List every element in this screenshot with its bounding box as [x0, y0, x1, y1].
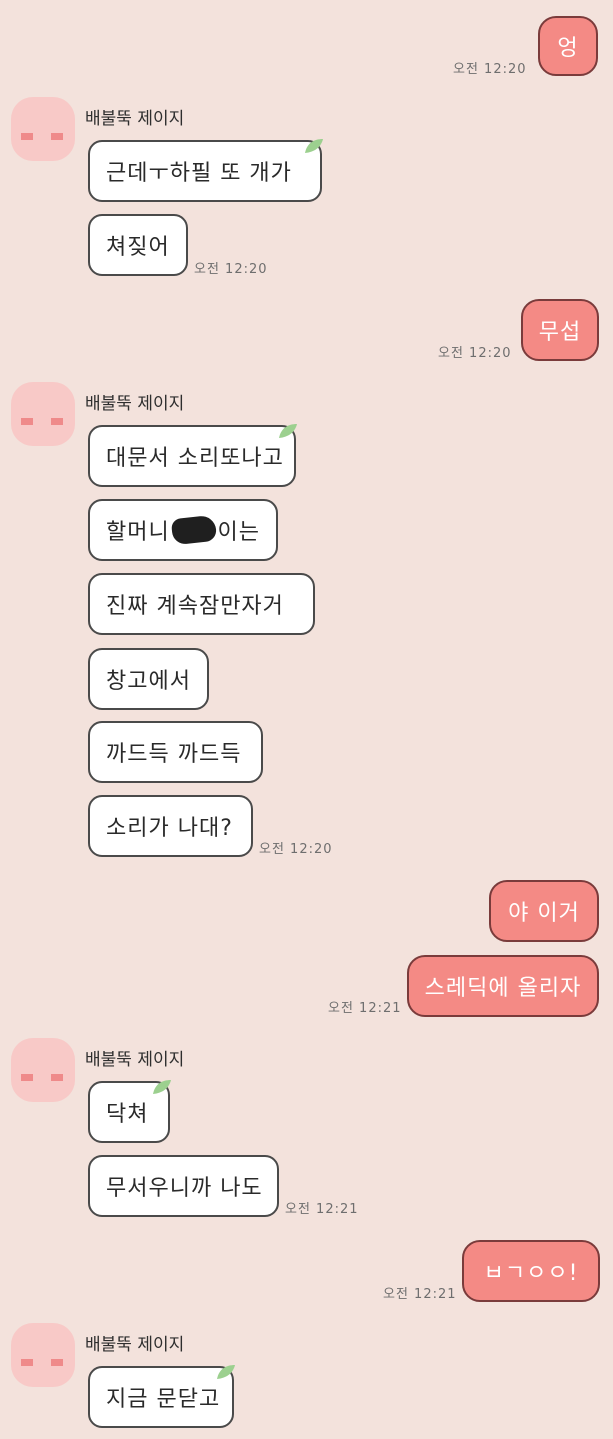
incoming-message-bubble[interactable]: 근데ㅜ하필 또 개가	[88, 140, 322, 202]
outgoing-message-bubble[interactable]: ㅂㄱㅇㅇ!	[462, 1240, 600, 1302]
leaf-icon	[305, 139, 323, 153]
contact-avatar[interactable]	[11, 1038, 75, 1102]
avatar-eye-left	[21, 1359, 33, 1366]
timestamp: 오전 12:21	[328, 1001, 402, 1016]
avatar-eye-right	[51, 1359, 63, 1366]
timestamp: 오전 12:21	[383, 1287, 457, 1302]
avatar-eye-right	[51, 133, 63, 140]
timestamp: 오전 12:20	[438, 346, 512, 361]
timestamp: 오전 12:20	[453, 62, 527, 77]
incoming-message-bubble[interactable]: 쳐짖어	[88, 214, 188, 276]
outgoing-message-bubble[interactable]: 스레딕에 올리자	[407, 955, 599, 1017]
avatar-eye-right	[51, 418, 63, 425]
contact-avatar[interactable]	[11, 1323, 75, 1387]
outgoing-message-bubble[interactable]: 엉	[538, 16, 598, 76]
incoming-message-bubble[interactable]: 소리가 나대?	[88, 795, 253, 857]
message-text: 할머니	[106, 520, 170, 545]
leaf-icon	[153, 1080, 171, 1094]
contact-name: 배불뚝 제이지	[85, 394, 185, 414]
leaf-icon	[217, 1365, 235, 1379]
avatar-eye-left	[21, 133, 33, 140]
avatar-eye-left	[21, 1074, 33, 1081]
timestamp: 오전 12:20	[194, 262, 268, 277]
incoming-message-bubble[interactable]: 대문서 소리또나고	[88, 425, 296, 487]
incoming-message-bubble[interactable]: 지금 문닫고	[88, 1366, 234, 1428]
contact-avatar[interactable]	[11, 382, 75, 446]
avatar-eye-right	[51, 1074, 63, 1081]
incoming-message-bubble[interactable]: 까드득 까드득	[88, 721, 263, 783]
incoming-message-bubble[interactable]: 할머니 이는	[88, 499, 278, 561]
contact-name: 배불뚝 제이지	[85, 1050, 185, 1070]
avatar-eye-left	[21, 418, 33, 425]
incoming-message-bubble[interactable]: 진짜 계속잠만자거	[88, 573, 315, 635]
outgoing-message-bubble[interactable]: 야 이거	[489, 880, 599, 942]
leaf-icon	[279, 424, 297, 438]
redaction-scribble	[170, 514, 217, 546]
incoming-message-bubble[interactable]: 창고에서	[88, 648, 209, 710]
incoming-message-bubble[interactable]: 무서우니까 나도	[88, 1155, 279, 1217]
outgoing-message-bubble[interactable]: 무섭	[521, 299, 599, 361]
message-text: 이는	[217, 520, 260, 545]
contact-avatar[interactable]	[11, 97, 75, 161]
contact-name: 배불뚝 제이지	[85, 1335, 185, 1355]
timestamp: 오전 12:21	[285, 1202, 359, 1217]
timestamp: 오전 12:20	[259, 842, 333, 857]
contact-name: 배불뚝 제이지	[85, 109, 185, 129]
